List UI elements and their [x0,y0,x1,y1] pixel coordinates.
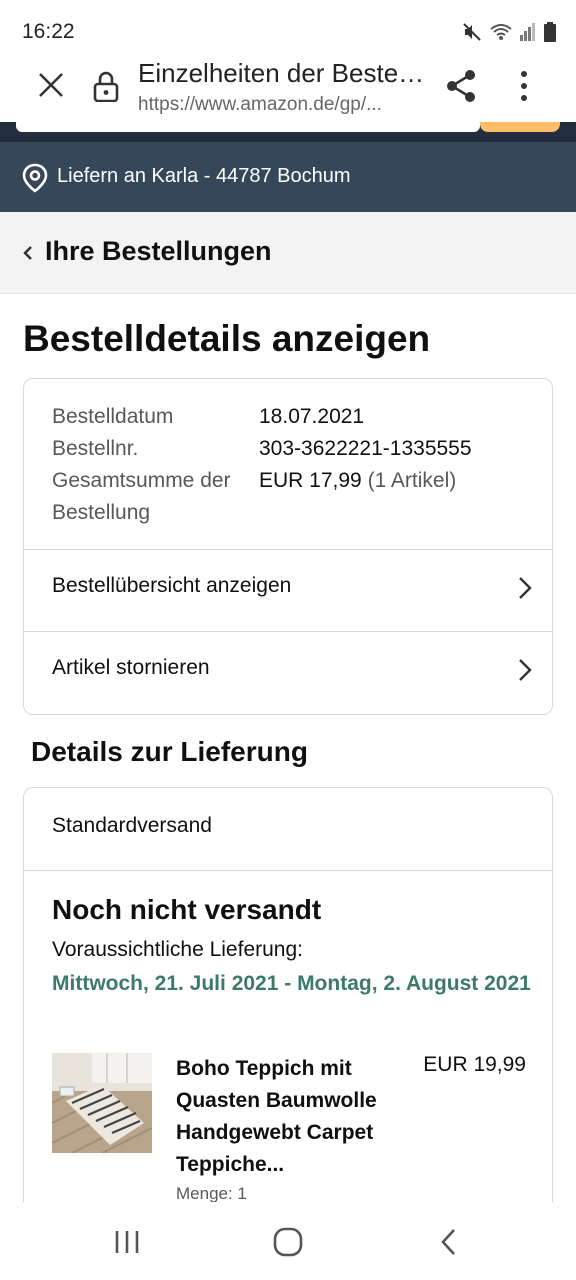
system-nav-bar [0,1202,576,1280]
recent-apps-icon[interactable] [109,1226,145,1258]
chevron-right-icon [519,577,532,599]
deliver-to-bar[interactable]: Liefern an Karla - 44787 Bochum [0,142,576,212]
breadcrumb-label[interactable]: Ihre Bestellungen [45,236,272,267]
delivery-section-title: Details zur Lieferung [31,736,308,767]
order-summary-link[interactable]: Bestellübersicht anzeigen [24,550,552,631]
cancel-items-label: Artikel stornieren [52,656,210,679]
shipment-status: Noch nicht versandt [52,894,322,925]
page-title: Bestelldetails anzeigen [23,318,431,359]
breadcrumb[interactable]: Ihre Bestellungen [0,212,576,294]
status-bar: 16:22 [0,0,576,62]
order-info-card: Bestelldatum 18.07.2021 Bestellnr. 303-3… [23,378,553,715]
product-quantity: Menge: 1 [176,1184,247,1203]
product-title[interactable]: Boho Teppich mit Quasten Baumwolle Handg… [176,1053,406,1181]
chevron-right-icon [519,659,532,681]
status-time: 16:22 [22,20,75,43]
product-price: EUR 19,99 [423,1053,526,1076]
search-input[interactable] [16,122,480,132]
divider [24,870,552,871]
location-pin-icon [22,163,48,193]
order-item-count: (1 Artikel) [367,469,457,492]
order-number-label: Bestellnr. [52,437,139,460]
shipping-method: Standardversand [52,814,212,837]
cancel-items-link[interactable]: Artikel stornieren [24,632,552,713]
expected-delivery-label: Voraussichtliche Lieferung: [52,938,303,961]
order-total-label: Gesamtsumme der Bestellung [52,469,231,524]
search-bar [0,122,576,142]
close-icon[interactable] [36,70,66,100]
lock-icon[interactable] [92,70,120,102]
search-button[interactable] [480,122,560,132]
order-number-value: 303-3622221-1335555 [259,437,472,460]
order-date-label: Bestelldatum [52,405,174,428]
home-icon[interactable] [270,1226,306,1258]
deliver-to-text: Liefern an Karla - 44787 Bochum [57,165,351,187]
order-summary-label: Bestellübersicht anzeigen [52,574,292,597]
tab-title[interactable]: Einzelheiten der Bestellung [138,58,428,89]
tab-url[interactable]: https://www.amazon.de/gp/... [138,94,418,116]
expected-delivery-date: Mittwoch, 21. Juli 2021 - Montag, 2. Aug… [52,972,531,995]
delivery-card: Standardversand Noch nicht versandt Vora… [23,787,553,1227]
battery-icon [544,22,556,42]
signal-icon [520,23,535,41]
share-icon[interactable] [444,68,478,104]
status-icons [462,22,556,42]
back-icon[interactable] [432,1226,468,1258]
order-total-value: EUR 17,99 [259,469,362,492]
order-date-value: 18.07.2021 [259,405,365,428]
chevron-left-icon [23,246,32,260]
browser-toolbar: Einzelheiten der Bestellung https://www.… [0,58,576,122]
order-total-value-wrap: EUR 17,99 (1 Artikel) [259,465,456,497]
more-options-icon[interactable] [514,68,534,104]
wifi-icon [490,24,512,40]
product-image[interactable] [52,1053,152,1153]
mute-icon [463,23,481,41]
